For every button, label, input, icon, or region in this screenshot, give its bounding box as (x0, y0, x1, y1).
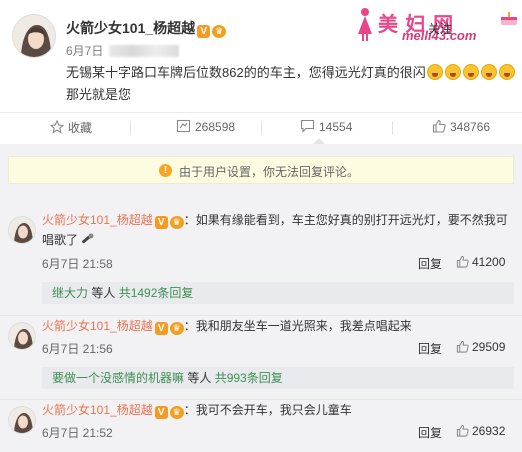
cake-icon (501, 12, 517, 25)
comment-item: 火箭少女101_杨超越 V ♛ ：如果有缘能看到，车主您好真的别打开远光灯，要不然我可… (0, 208, 522, 320)
comment-item: 火箭少女101_杨超越 V ♛ ：我和朋友坐车一道光照来，我差点唱起来 6月7日 21… (0, 316, 522, 402)
comment-author[interactable]: 火箭少女101_杨超越 (42, 403, 153, 417)
comment-text: ：我可不会开车，我只会儿童车 (183, 403, 352, 417)
comment-avatar[interactable] (8, 406, 36, 434)
sub-replies-summary[interactable]: 要做一个没感情的机器嘛 等人 共993条回复 (42, 367, 514, 389)
laugh-cry-emoji-icon (426, 64, 443, 80)
comment-like-button[interactable]: 41200 (456, 255, 505, 269)
action-divider (261, 121, 262, 135)
thumbs-up-icon (456, 340, 469, 353)
verified-badge-icon: V (154, 322, 168, 335)
post-date[interactable]: 6月7日 (66, 44, 103, 58)
sub-reply-mid: 等人 (88, 286, 119, 300)
like-count: 348766 (450, 120, 491, 134)
comment-author[interactable]: 火箭少女101_杨超越 (42, 319, 153, 333)
comment-like-count: 41200 (472, 255, 506, 269)
post-text-main: 无锡某十字路口车牌后位数862的的车主，您得远光灯真的很闪 (66, 65, 426, 80)
action-divider (130, 121, 131, 135)
comment-like-count: 29509 (472, 340, 506, 354)
lady-silhouette-icon (358, 8, 372, 41)
laugh-cry-emoji-icon (462, 64, 479, 80)
notice-text: 由于用户设置，你无法回复评论。 (179, 165, 360, 179)
verified-badge-icon: V (197, 25, 211, 38)
comment-count: 14554 (319, 120, 353, 134)
laugh-cry-emoji-icon (498, 64, 515, 80)
thumbs-up-icon (456, 255, 469, 268)
reply-disabled-notice: ! 由于用户设置，你无法回复评论。 (8, 156, 514, 184)
laugh-cry-emoji-icon (480, 64, 497, 80)
sub-reply-user[interactable]: 继大力 (52, 286, 88, 300)
post-author-name[interactable]: 火箭少女101_杨超越 (66, 20, 195, 36)
verified-badge-icon: V (154, 216, 168, 229)
vip-crown-icon: ♛ (169, 322, 184, 335)
favorite-label: 收藏 (68, 121, 93, 135)
vip-crown-icon: ♛ (212, 25, 227, 38)
verified-badge-icon: V (154, 406, 168, 419)
repost-count: 268598 (195, 120, 236, 134)
thumbs-up-icon (456, 424, 469, 437)
comments-section: ! 由于用户设置，你无法回复评论。 火箭少女101_杨超越 V ♛ ：如果有缘能看到，… (0, 144, 522, 452)
comment-body: 火箭少女101_杨超越 V ♛ ：如果有缘能看到，车主您好真的别打开远光灯，要不然我可… (42, 210, 512, 250)
sub-replies-summary[interactable]: 继大力 等人 共1492条回复 (42, 282, 514, 304)
laugh-cry-emoji-icon (444, 64, 461, 80)
like-button[interactable]: 348766 (432, 119, 490, 134)
follow-button[interactable]: 关注 (428, 20, 452, 37)
reply-button[interactable]: 回复 (418, 424, 442, 441)
comment-body: 火箭少女101_杨超越 V ♛ ：我和朋友坐车一道光照来，我差点唱起来 (42, 316, 512, 336)
comment-time: 6月7日 21:58 (42, 257, 113, 271)
reply-button[interactable]: 回复 (418, 255, 442, 272)
comment-like-button[interactable]: 29509 (456, 340, 505, 354)
blurred-source (109, 45, 180, 57)
author-avatar[interactable] (12, 14, 56, 58)
warning-icon: ! (159, 164, 172, 177)
comment-item: 火箭少女101_杨超越 V ♛ ：我可不会开车，我只会儿童车 6月7日 21:52 回… (0, 400, 522, 452)
comment-like-count: 26932 (472, 424, 506, 438)
sub-reply-count[interactable]: 共993条回复 (215, 371, 283, 385)
post-meta: 6月7日 (66, 42, 180, 59)
comment-button[interactable]: 14554 (300, 119, 352, 134)
post-text: 无锡某十字路口车牌后位数862的的车主，您得远光灯真的很闪那光就是您 (66, 62, 516, 106)
comment-avatar[interactable] (8, 322, 36, 350)
thumbs-up-icon (432, 119, 446, 133)
sub-reply-count[interactable]: 共1492条回复 (119, 286, 194, 300)
action-bar: 收藏 268598 14554 348766 (0, 112, 522, 140)
comment-avatar[interactable] (8, 216, 36, 244)
comment-icon (300, 119, 315, 133)
sub-reply-mid: 等人 (184, 371, 215, 385)
reply-button[interactable]: 回复 (418, 340, 442, 357)
vip-crown-icon: ♛ (169, 216, 184, 229)
comment-like-button[interactable]: 26932 (456, 424, 505, 438)
repost-icon (176, 119, 191, 133)
comment-time: 6月7日 21:52 (42, 426, 113, 440)
comment-text: ：我和朋友坐车一道光照来，我差点唱起来 (183, 319, 412, 333)
sub-reply-user[interactable]: 要做一个没感情的机器嘛 (52, 371, 184, 385)
vip-crown-icon: ♛ (169, 406, 184, 419)
favorite-button[interactable]: 收藏 (50, 119, 92, 136)
post-text-tail: 那光就是您 (66, 87, 132, 102)
action-divider (392, 121, 393, 135)
post-author[interactable]: 火箭少女101_杨超越 V ♛ (66, 18, 227, 38)
repost-button[interactable]: 268598 (176, 119, 235, 134)
comment-author[interactable]: 火箭少女101_杨超越 (42, 213, 153, 227)
comment-time: 6月7日 21:56 (42, 342, 113, 356)
star-icon (50, 120, 64, 134)
microphone-emoji-icon (82, 233, 94, 244)
comment-body: 火箭少女101_杨超越 V ♛ ：我可不会开车，我只会儿童车 (42, 400, 512, 420)
